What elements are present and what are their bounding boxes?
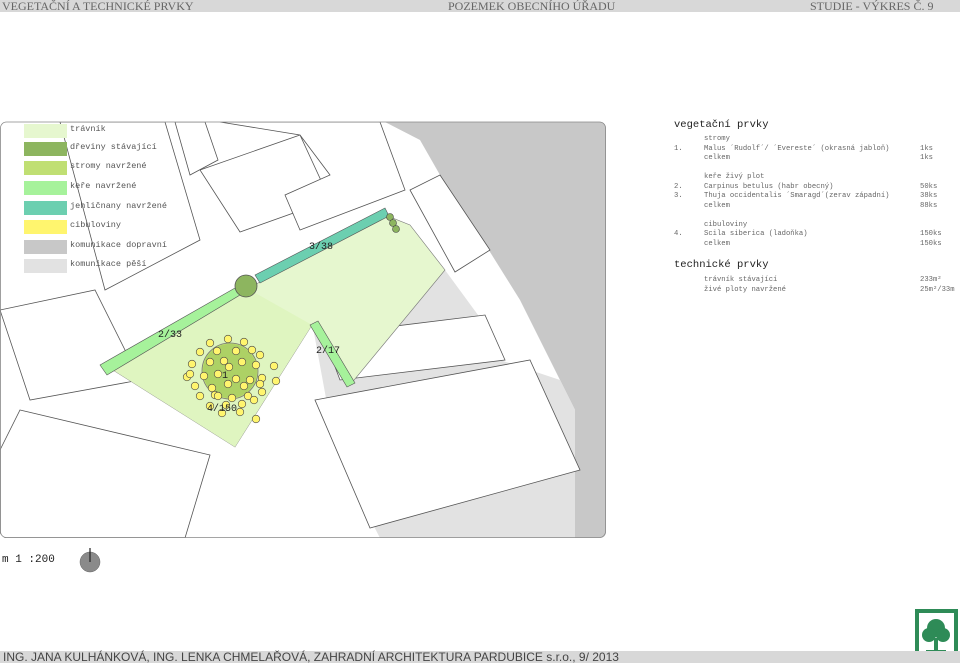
bulb-plant bbox=[235, 407, 245, 417]
technical-title: technické prvky bbox=[674, 259, 769, 271]
bulb-plant bbox=[237, 399, 247, 409]
bulb-plant bbox=[190, 381, 200, 391]
item-name: Thuja occidentalis ´Smaragd´(zerav západ… bbox=[704, 192, 890, 200]
existing-shrub bbox=[392, 225, 400, 233]
bulb-plant bbox=[249, 395, 259, 405]
bulb-plant bbox=[213, 369, 223, 379]
legend-swatch-6 bbox=[24, 240, 67, 254]
bulb-plant bbox=[205, 357, 215, 367]
bulb-plant bbox=[257, 387, 267, 397]
item-number: 2. bbox=[674, 182, 683, 191]
item-name: celkem bbox=[704, 239, 730, 248]
legend: trávník dřeviny stávající stromy navržené k… bbox=[24, 124, 167, 273]
parcel-label-2-17: 2/17 bbox=[316, 345, 340, 357]
technical-item-quantity: 25m²/33m bbox=[920, 285, 955, 294]
technical-item-name: živé ploty navržené bbox=[704, 285, 786, 294]
tree-number-label: 1 bbox=[222, 371, 228, 382]
legend-label-5: cibuloviny bbox=[70, 220, 121, 230]
bulb-plant bbox=[205, 338, 215, 348]
item-name: Carpinus betulus (habr obecný) bbox=[704, 182, 834, 191]
item-name: Malus ´Rudolf´/ ´Evereste´ (okrasná jabl… bbox=[704, 144, 890, 153]
technical-item-quantity: 233m² bbox=[920, 276, 942, 284]
bulb-plant bbox=[271, 376, 281, 386]
item-name: celkem bbox=[704, 201, 730, 210]
legend-swatch-2 bbox=[24, 161, 67, 175]
bulb-plant bbox=[212, 346, 222, 356]
item-quantity: 50ks bbox=[920, 182, 938, 191]
parcel-label-4-150: 4/150 bbox=[207, 403, 237, 415]
legend-swatch-3 bbox=[24, 181, 67, 195]
group-heading: stromy bbox=[704, 135, 730, 143]
bulb-plant bbox=[224, 362, 234, 372]
group-heading: keře živý plot bbox=[704, 173, 765, 181]
bulb-plant bbox=[185, 369, 195, 379]
bulb-plant bbox=[247, 345, 257, 355]
legend-label-3: keře navržené bbox=[70, 181, 136, 191]
legend-label-0: trávník bbox=[70, 124, 106, 134]
bulb-plant bbox=[195, 347, 205, 357]
item-quantity: 1ks bbox=[920, 144, 933, 153]
bulb-plant bbox=[245, 375, 255, 385]
legend-swatch-7 bbox=[24, 259, 67, 273]
legend-label-2: stromy navržené bbox=[70, 161, 147, 171]
item-quantity: 88ks bbox=[920, 201, 938, 210]
bulb-plant bbox=[251, 360, 261, 370]
bulb-plant bbox=[269, 361, 279, 371]
site-plan: 3/38 2/33 2/17 4/150 1 trávník dřeviny st… bbox=[0, 121, 958, 661]
item-name: Scila siberica (ladoňka) bbox=[704, 230, 808, 238]
existing-tree bbox=[234, 274, 258, 298]
bulb-plant bbox=[213, 391, 223, 401]
scale-label: m 1 :200 bbox=[2, 554, 55, 566]
bulb-plant bbox=[223, 334, 233, 344]
group-heading: cibuloviny bbox=[704, 220, 748, 229]
bulb-plant bbox=[237, 357, 247, 367]
technical-item-name: trávník stávající bbox=[704, 276, 778, 284]
bulb-plant bbox=[239, 337, 249, 347]
bulb-plant bbox=[251, 414, 261, 424]
bulb-plant bbox=[231, 346, 241, 356]
vegetation-title: vegetační prvky bbox=[674, 119, 769, 131]
item-number: 3. bbox=[674, 192, 683, 200]
bulb-plant bbox=[195, 391, 205, 401]
bulb-plant bbox=[199, 371, 209, 381]
item-number: 1. bbox=[674, 144, 683, 153]
parcel-label-3-38: 3/38 bbox=[309, 241, 333, 253]
item-quantity: 1ks bbox=[920, 154, 933, 162]
legend-label-6: komunikace dopravní bbox=[70, 240, 167, 250]
legend-swatch-5 bbox=[24, 220, 67, 234]
bulb-plant bbox=[255, 379, 265, 389]
legend-swatch-0 bbox=[24, 124, 67, 138]
legend-swatch-1 bbox=[24, 142, 67, 156]
bulb-plant bbox=[231, 374, 241, 384]
item-number: 4. bbox=[674, 230, 683, 238]
bulb-plant bbox=[187, 359, 197, 369]
legend-label-7: komunikace pěší bbox=[70, 259, 147, 269]
legend-label-1: dřeviny stávající bbox=[70, 142, 157, 152]
item-quantity: 150ks bbox=[920, 230, 942, 238]
item-quantity: 150ks bbox=[920, 239, 942, 248]
legend-label-4: jehličnany navržené bbox=[70, 201, 167, 211]
bulb-plant bbox=[239, 381, 249, 391]
item-quantity: 38ks bbox=[920, 192, 938, 200]
footer-credits: ING. JANA KULHÁNKOVÁ, ING. LENKA CHMELAŘ… bbox=[3, 650, 619, 664]
legend-swatch-4 bbox=[24, 201, 67, 215]
parcel-label-2-33: 2/33 bbox=[158, 329, 182, 341]
bulb-plant bbox=[207, 383, 217, 393]
item-name: celkem bbox=[704, 154, 730, 162]
bulb-plant bbox=[255, 350, 265, 360]
bulb-plant bbox=[227, 393, 237, 403]
